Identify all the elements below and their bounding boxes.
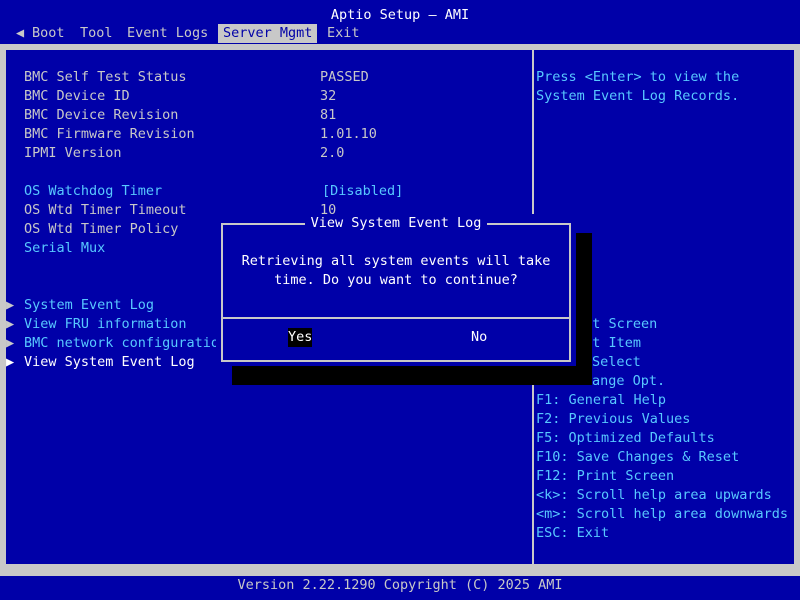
bmc-self-test-status-label: BMC Self Test Status bbox=[24, 69, 187, 85]
bmc-device-revision-value: 81 bbox=[320, 107, 337, 123]
os-watchdog-timer-value[interactable]: [Disabled] bbox=[322, 182, 403, 201]
ipmi-version-label: IPMI Version bbox=[24, 145, 122, 161]
serial-mux-label[interactable]: Serial Mux bbox=[24, 239, 105, 258]
key-hint-f2: F2: Previous Values bbox=[536, 411, 691, 427]
confirm-dialog: View System Event Log Retrieving all sys… bbox=[216, 214, 576, 366]
app-title: Aptio Setup – AMI bbox=[330, 7, 470, 23]
submenu-arrow-icon: ▶ bbox=[6, 297, 15, 313]
menu-exit[interactable]: Exit bbox=[322, 24, 365, 43]
dialog-divider bbox=[221, 317, 571, 319]
key-hint-f12: F12: Print Screen bbox=[536, 468, 675, 484]
os-wtd-timer-policy-label: OS Wtd Timer Policy bbox=[24, 221, 179, 237]
os-watchdog-timer-label[interactable]: OS Watchdog Timer bbox=[24, 182, 162, 201]
key-hint-esc: ESC: Exit bbox=[536, 525, 610, 541]
submenu-view-system-event-log[interactable]: View System Event Log bbox=[24, 353, 195, 372]
bmc-device-id-label: BMC Device ID bbox=[24, 88, 130, 104]
os-wtd-timer-timeout-label: OS Wtd Timer Timeout bbox=[24, 202, 187, 218]
key-hint-k: <k>: Scroll help area upwards bbox=[536, 487, 772, 503]
help-line-1: Press <Enter> to view the bbox=[536, 69, 740, 85]
key-hint-m: <m>: Scroll help area downwards bbox=[536, 506, 788, 522]
menu-boot[interactable]: Boot bbox=[27, 24, 70, 43]
yes-button[interactable]: Yes bbox=[288, 328, 313, 347]
key-hint-change-opt: ange Opt. bbox=[592, 373, 666, 389]
help-line-2: System Event Log Records. bbox=[536, 88, 740, 104]
dialog-message: Retrieving all system events will take t… bbox=[241, 253, 551, 288]
key-hint-select: Select bbox=[592, 354, 641, 370]
submenu-arrow-icon: ▶ bbox=[6, 335, 15, 351]
menu-bar: ◀ Boot Tool Event Logs Server Mgmt Exit bbox=[0, 24, 800, 43]
bmc-device-revision-label: BMC Device Revision bbox=[24, 107, 179, 123]
bmc-firmware-revision-value: 1.01.10 bbox=[320, 126, 377, 142]
dialog-title-text: View System Event Log bbox=[304, 215, 488, 231]
dialog-frame bbox=[221, 223, 571, 362]
bmc-self-test-status-value: PASSED bbox=[320, 69, 369, 85]
dialog-title: View System Event Log bbox=[216, 214, 576, 233]
no-button[interactable]: No bbox=[471, 328, 487, 347]
ipmi-version-value: 2.0 bbox=[320, 145, 345, 161]
menu-server-mgmt[interactable]: Server Mgmt bbox=[218, 24, 318, 43]
key-hint-f10: F10: Save Changes & Reset bbox=[536, 449, 740, 465]
menu-event-logs[interactable]: Event Logs bbox=[122, 24, 213, 43]
submenu-bmc-network-configuration[interactable]: BMC network configuratio bbox=[24, 334, 219, 353]
key-hint-f1: F1: General Help bbox=[536, 392, 667, 408]
bmc-device-id-value: 32 bbox=[320, 88, 337, 104]
version-text: Version 2.22.1290 Copyright (C) 2025 AMI bbox=[237, 577, 563, 593]
title-bar: Aptio Setup – AMI ◀ Boot Tool Event Logs… bbox=[0, 0, 800, 44]
submenu-arrow-icon: ▶ bbox=[6, 316, 15, 332]
submenu-system-event-log[interactable]: System Event Log bbox=[24, 296, 154, 315]
submenu-view-fru-information[interactable]: View FRU information bbox=[24, 315, 187, 334]
menu-tool[interactable]: Tool bbox=[75, 24, 118, 43]
submenu-arrow-icon: ▶ bbox=[6, 354, 15, 370]
footer: Version 2.22.1290 Copyright (C) 2025 AMI bbox=[0, 576, 800, 600]
menu-left-arrow-icon[interactable]: ◀ bbox=[16, 24, 24, 43]
bmc-firmware-revision-label: BMC Firmware Revision bbox=[24, 126, 195, 142]
key-hint-f5: F5: Optimized Defaults bbox=[536, 430, 715, 446]
